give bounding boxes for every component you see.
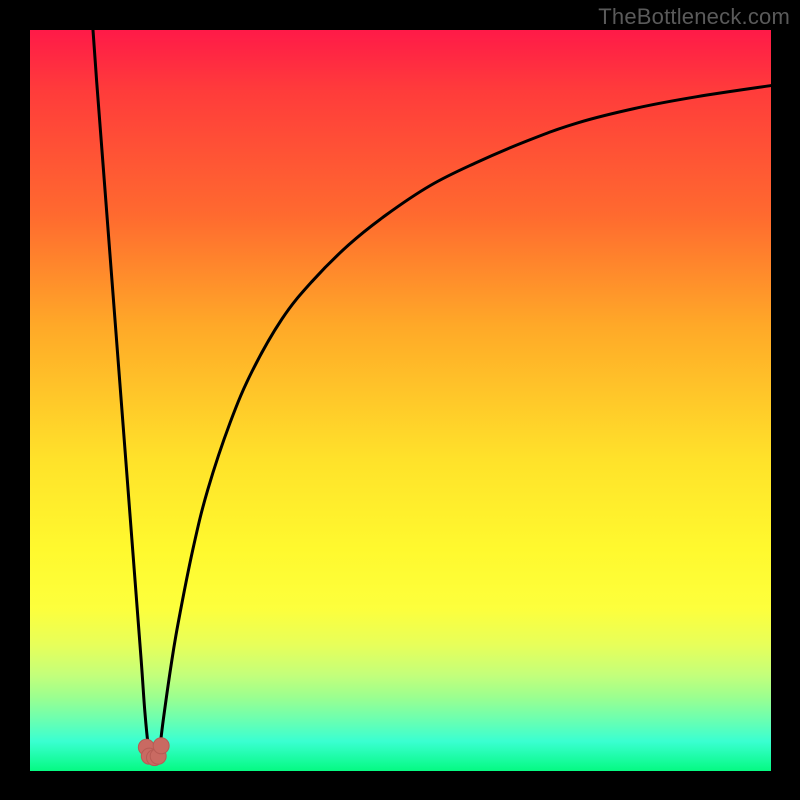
minimum-marker-point [153,738,169,754]
curve-right-branch [158,86,771,757]
curve-layer [30,30,771,771]
minimum-marker-cluster [138,738,169,766]
plot-area [30,30,771,771]
curve-left-branch [93,30,150,756]
attribution-text: TheBottleneck.com [598,4,790,30]
chart-frame: TheBottleneck.com [0,0,800,800]
